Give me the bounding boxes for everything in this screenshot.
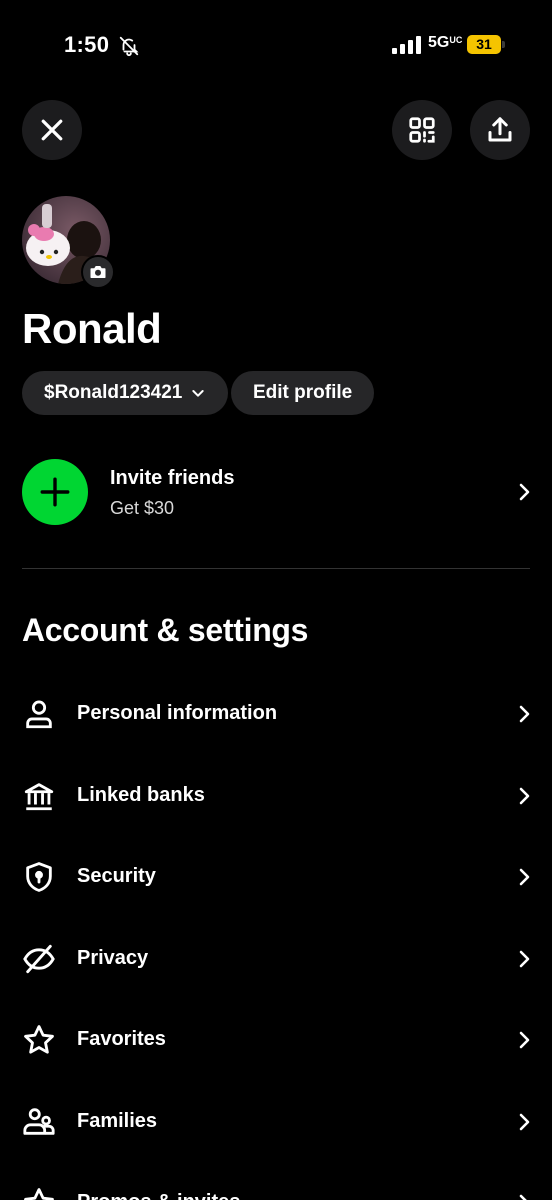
bank-icon — [24, 783, 54, 811]
cashtag-label: $Ronald123421 — [44, 382, 183, 403]
settings-item-privacy[interactable]: Privacy — [0, 918, 552, 1000]
promo-star-icon — [24, 1188, 54, 1200]
star-icon — [24, 1025, 54, 1054]
close-button[interactable] — [22, 100, 82, 160]
divider — [22, 568, 530, 569]
chevron-right-icon — [519, 483, 530, 501]
profile-name: Ronald — [22, 305, 162, 352]
qr-scan-icon — [409, 117, 435, 143]
settings-item-label: Privacy — [77, 947, 149, 969]
settings-item-personal-information[interactable]: Personal information — [0, 673, 552, 755]
cell-signal-icon — [392, 36, 421, 54]
profile-screen: 1:50 5GUC 31 Ronald $Ronald123421 Edit p… — [0, 0, 552, 1200]
close-icon — [41, 119, 63, 141]
family-icon — [23, 1108, 55, 1135]
chevron-right-icon — [519, 705, 530, 723]
chevron-right-icon — [519, 950, 530, 968]
shield-icon — [26, 862, 52, 892]
settings-item-favorites[interactable]: Favorites — [0, 999, 552, 1081]
battery-indicator: 31 — [467, 35, 505, 54]
eye-off-icon — [23, 944, 55, 974]
settings-item-promos-invites[interactable]: Promos & invites — [0, 1162, 552, 1200]
plus-icon — [40, 477, 70, 507]
cashtag-button[interactable]: $Ronald123421 — [22, 371, 229, 415]
settings-item-label: Promos & invites — [77, 1191, 240, 1200]
settings-item-label: Linked banks — [77, 784, 205, 806]
chevron-right-icon — [519, 1031, 530, 1049]
chevron-right-icon — [519, 1194, 527, 1200]
settings-item-families[interactable]: Families — [0, 1081, 552, 1163]
network-type: 5GUC — [428, 34, 463, 51]
battery-level: 31 — [476, 36, 492, 52]
invite-subtitle: Get $30 — [110, 498, 175, 518]
edit-profile-button[interactable]: Edit profile — [231, 371, 375, 415]
person-icon — [26, 700, 52, 729]
edit-profile-label: Edit profile — [253, 382, 353, 403]
settings-item-linked-banks[interactable]: Linked banks — [0, 755, 552, 837]
invite-plus-badge — [22, 459, 88, 525]
share-icon — [488, 117, 512, 142]
camera-icon — [90, 266, 106, 278]
section-title: Account & settings — [22, 612, 309, 648]
chevron-right-icon — [519, 1113, 530, 1131]
settings-item-label: Security — [77, 865, 156, 887]
change-photo-button[interactable] — [81, 255, 115, 289]
qr-scan-button[interactable] — [392, 100, 452, 160]
settings-item-label: Personal information — [77, 702, 278, 724]
settings-item-security[interactable]: Security — [0, 836, 552, 918]
settings-item-label: Families — [77, 1110, 158, 1132]
chevron-right-icon — [519, 868, 530, 886]
bell-muted-icon — [119, 36, 139, 57]
status-time: 1:50 — [64, 32, 110, 57]
share-button[interactable] — [470, 100, 530, 160]
invite-title: Invite friends — [110, 467, 235, 489]
settings-item-label: Favorites — [77, 1028, 166, 1050]
chevron-down-icon — [192, 390, 205, 397]
chevron-right-icon — [519, 787, 530, 805]
